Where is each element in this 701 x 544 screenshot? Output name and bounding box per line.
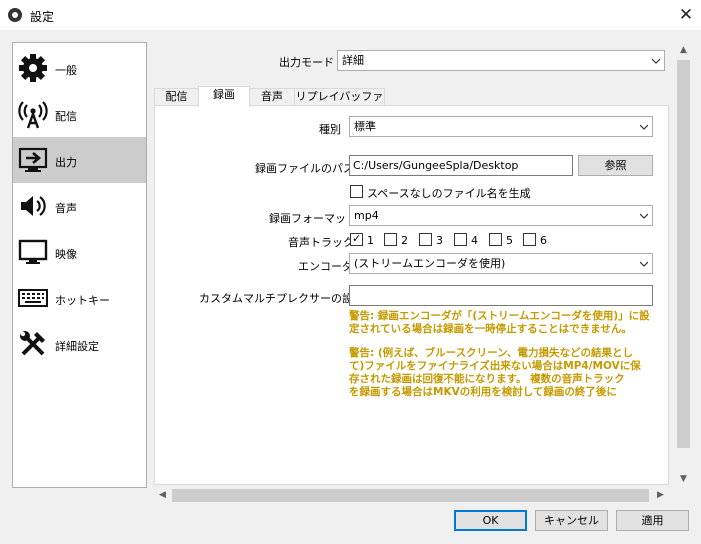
chevron-down-icon — [640, 261, 648, 267]
sidebar-item-label: 映像 — [55, 248, 77, 261]
vertical-scrollbar[interactable]: ▲ ▼ — [675, 42, 692, 488]
sidebar-item-audio[interactable]: 音声 — [13, 183, 146, 229]
sidebar-item-label: 詳細設定 — [55, 340, 99, 353]
sidebar-item-label: 出力 — [55, 156, 77, 169]
warning-line: 存された録画は回復不能になります。 複数の音声トラック — [349, 373, 625, 385]
record-format-select[interactable]: mp4 — [349, 205, 653, 226]
record-path-input[interactable]: C:/Users/GungeeSpla/Desktop — [349, 155, 573, 176]
chevron-down-icon — [640, 213, 648, 219]
sidebar-item-label: 音声 — [55, 202, 77, 215]
audio-track-1-checkbox[interactable]: ✓ — [350, 232, 363, 246]
record-path-label: 録画ファイルのパス — [255, 162, 354, 175]
no-space-filename-checkbox[interactable] — [350, 185, 363, 198]
obs-logo-icon — [8, 8, 22, 22]
sidebar-item-label: 一般 — [55, 64, 77, 77]
custom-muxer-input[interactable] — [349, 285, 653, 306]
recording-panel: 種別 標準 録画ファイルのパス C:/Users/GungeeSpla/Desk… — [154, 105, 669, 485]
encoder-value: (ストリームエンコーダを使用) — [354, 257, 506, 270]
cancel-button[interactable]: キャンセル — [535, 510, 608, 531]
warning-line: て)ファイルをファイナライズ出来ない場合はMP4/MOVに保 — [349, 360, 641, 372]
audio-track-3-label: 3 — [436, 234, 443, 247]
output-mode-value: 詳細 — [342, 54, 364, 67]
warning-line: 警告: (例えば、ブルースクリーン、電力損失などの結果とし — [349, 347, 633, 359]
tools-icon — [17, 328, 49, 360]
audio-track-4-label: 4 — [471, 234, 478, 247]
close-button[interactable]: ✕ — [671, 0, 701, 30]
tab-replay-buffer[interactable]: リプレイバッファ — [294, 88, 385, 106]
browse-button[interactable]: 参照 — [578, 155, 653, 176]
audio-track-5-label: 5 — [506, 234, 513, 247]
monitor-icon — [17, 236, 49, 268]
settings-sidebar: 一般 配信 出力 音声 映像 ホットキー 詳細設定 — [12, 42, 147, 488]
checkmark-icon: ✓ — [352, 232, 362, 245]
audio-track-6-checkbox[interactable] — [523, 233, 536, 246]
record-format-label: 録画フォーマット — [269, 212, 357, 225]
record-type-label: 種別 — [319, 123, 341, 136]
horizontal-scrollbar[interactable]: ◀ ▶ — [154, 487, 669, 504]
apply-button[interactable]: 適用 — [616, 510, 689, 531]
warning-line: 定されている場合は録画を一時停止することはできません。 — [349, 323, 632, 335]
sidebar-item-label: 配信 — [55, 110, 77, 123]
output-icon — [17, 144, 49, 176]
scroll-down-icon[interactable]: ▼ — [675, 471, 692, 488]
sidebar-item-general[interactable]: 一般 — [13, 45, 146, 91]
scroll-thumb[interactable] — [172, 489, 649, 502]
tab-recording[interactable]: 録画 — [198, 86, 250, 107]
speaker-icon — [17, 190, 49, 222]
no-space-filename-label: スペースなしのファイル名を生成 — [367, 187, 531, 200]
sidebar-item-video[interactable]: 映像 — [13, 229, 146, 275]
ok-button[interactable]: OK — [454, 510, 527, 531]
warning-line: を録画する場合はMKVの利用を検討して録画の終了後に — [349, 386, 617, 398]
broadcast-icon — [17, 98, 49, 130]
audio-track-3-checkbox[interactable] — [419, 233, 432, 246]
custom-muxer-label: カスタムマルチプレクサーの設定 — [199, 292, 364, 305]
title-bar: 設定 ✕ — [0, 0, 701, 30]
sidebar-item-stream[interactable]: 配信 — [13, 91, 146, 137]
window-title: 設定 — [30, 10, 55, 24]
chevron-down-icon — [652, 58, 660, 64]
scroll-left-icon[interactable]: ◀ — [154, 487, 171, 504]
gear-icon — [17, 52, 49, 84]
output-mode-label: 出力モード — [279, 56, 334, 69]
encoder-label: エンコーダ — [298, 260, 353, 273]
encoder-select[interactable]: (ストリームエンコーダを使用) — [349, 253, 653, 274]
sidebar-item-label: ホットキー — [55, 294, 110, 307]
sidebar-item-output[interactable]: 出力 — [13, 137, 146, 183]
audio-track-6-label: 6 — [540, 234, 547, 247]
audio-track-2-checkbox[interactable] — [384, 233, 397, 246]
scroll-right-icon[interactable]: ▶ — [652, 487, 669, 504]
output-mode-select[interactable]: 詳細 — [337, 50, 665, 71]
scroll-thumb[interactable] — [677, 60, 690, 448]
sidebar-item-advanced[interactable]: 詳細設定 — [13, 321, 146, 367]
warning-pause: 警告: 録画エンコーダが「(ストリームエンコーダを使用)」に設 定されている場合… — [349, 310, 668, 336]
tab-audio[interactable]: 音声 — [249, 88, 295, 106]
audio-track-4-checkbox[interactable] — [454, 233, 467, 246]
warning-finalize: 警告: (例えば、ブルースクリーン、電力損失などの結果とし て)ファイルをファイ… — [349, 347, 668, 399]
audio-track-label: 音声トラック — [288, 236, 354, 249]
chevron-down-icon — [640, 124, 648, 130]
audio-track-2-label: 2 — [401, 234, 408, 247]
record-type-select[interactable]: 標準 — [349, 116, 653, 137]
record-type-value: 標準 — [354, 120, 376, 133]
record-format-value: mp4 — [354, 209, 379, 222]
audio-track-1-label: 1 — [367, 234, 374, 247]
warning-line: 警告: 録画エンコーダが「(ストリームエンコーダを使用)」に設 — [349, 310, 650, 322]
sidebar-item-hotkeys[interactable]: ホットキー — [13, 275, 146, 321]
scroll-up-icon[interactable]: ▲ — [675, 42, 692, 59]
tab-stream[interactable]: 配信 — [154, 88, 199, 106]
audio-track-5-checkbox[interactable] — [489, 233, 502, 246]
keyboard-icon — [17, 282, 49, 314]
